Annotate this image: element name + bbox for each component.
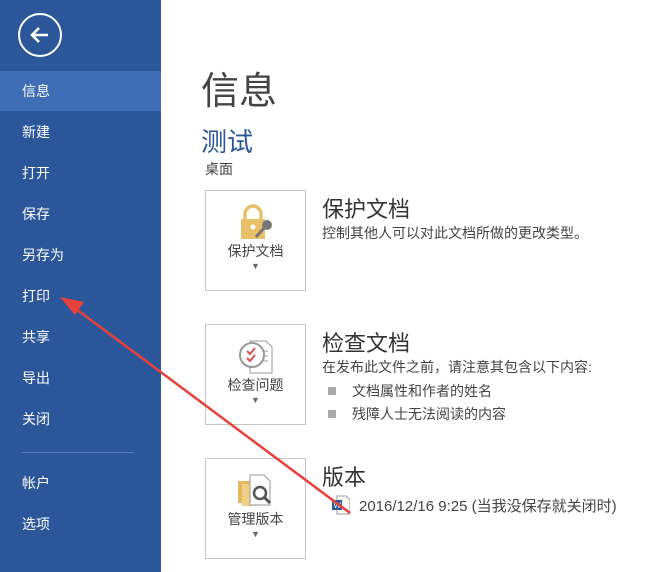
- protect-document-label: 保护文档: [227, 243, 284, 259]
- inspect-bullet: 残障人士无法阅读的内容: [328, 404, 506, 424]
- sidebar-item-print[interactable]: 打印: [0, 276, 161, 316]
- sidebar-divider: [22, 452, 134, 453]
- protect-document-button[interactable]: 保护文档 ▼: [205, 190, 306, 291]
- bullet-icon: [328, 410, 336, 418]
- inspect-heading: 检查文档: [322, 331, 411, 356]
- sidebar-item-share[interactable]: 共享: [0, 317, 161, 357]
- backstage-sidebar: 信息 新建 打开 保存 另存为 打印 共享 导出 关闭 帐户 选项: [0, 0, 161, 572]
- document-location: 桌面: [205, 161, 233, 177]
- chevron-down-icon: ▼: [251, 395, 260, 405]
- sidebar-item-save-as[interactable]: 另存为: [0, 235, 161, 275]
- bullet-text: 文档属性和作者的姓名: [352, 383, 492, 399]
- inspect-document-icon: [239, 340, 273, 374]
- sidebar-item-account[interactable]: 帐户: [0, 463, 161, 503]
- chevron-down-icon: ▼: [251, 261, 260, 271]
- protect-heading: 保护文档: [322, 197, 411, 222]
- chevron-down-icon: ▼: [251, 529, 260, 539]
- check-issues-label: 检查问题: [227, 377, 284, 393]
- arrow-left-icon: [30, 27, 48, 43]
- manage-versions-icon: [238, 474, 272, 506]
- lock-key-icon: [241, 204, 272, 239]
- sidebar-item-new[interactable]: 新建: [0, 112, 161, 152]
- info-pane: 信息 测试 桌面 保护文档 ▼ 保护文档 控制其他人可以对此文档所做的更改类型。…: [161, 0, 656, 572]
- protect-description: 控制其他人可以对此文档所做的更改类型。: [322, 225, 588, 241]
- bullet-icon: [328, 387, 336, 395]
- sidebar-item-open[interactable]: 打开: [0, 153, 161, 193]
- svg-text:W: W: [334, 501, 342, 510]
- bullet-text: 残障人士无法阅读的内容: [352, 406, 506, 422]
- manage-versions-label: 管理版本: [227, 511, 284, 527]
- sidebar-item-options[interactable]: 选项: [0, 504, 161, 544]
- sidebar-item-export[interactable]: 导出: [0, 358, 161, 398]
- version-entry-text: 2016/12/16 9:25 (当我没保存就关闭时): [359, 497, 617, 515]
- sidebar-item-save[interactable]: 保存: [0, 194, 161, 234]
- page-title: 信息: [201, 71, 278, 113]
- sidebar-item-close[interactable]: 关闭: [0, 399, 161, 439]
- inspect-description: 在发布此文件之前，请注意其包含以下内容:: [322, 359, 592, 375]
- inspect-bullet: 文档属性和作者的姓名: [328, 381, 492, 401]
- back-button[interactable]: [18, 13, 62, 57]
- sidebar-item-info[interactable]: 信息: [0, 71, 161, 111]
- check-issues-button[interactable]: 检查问题 ▼: [205, 324, 306, 425]
- document-name: 测试: [201, 127, 254, 157]
- versions-heading: 版本: [322, 465, 367, 490]
- version-entry[interactable]: W 2016/12/16 9:25 (当我没保存就关闭时): [332, 495, 617, 515]
- manage-versions-button[interactable]: 管理版本 ▼: [205, 458, 306, 559]
- word-document-icon: W: [332, 495, 350, 515]
